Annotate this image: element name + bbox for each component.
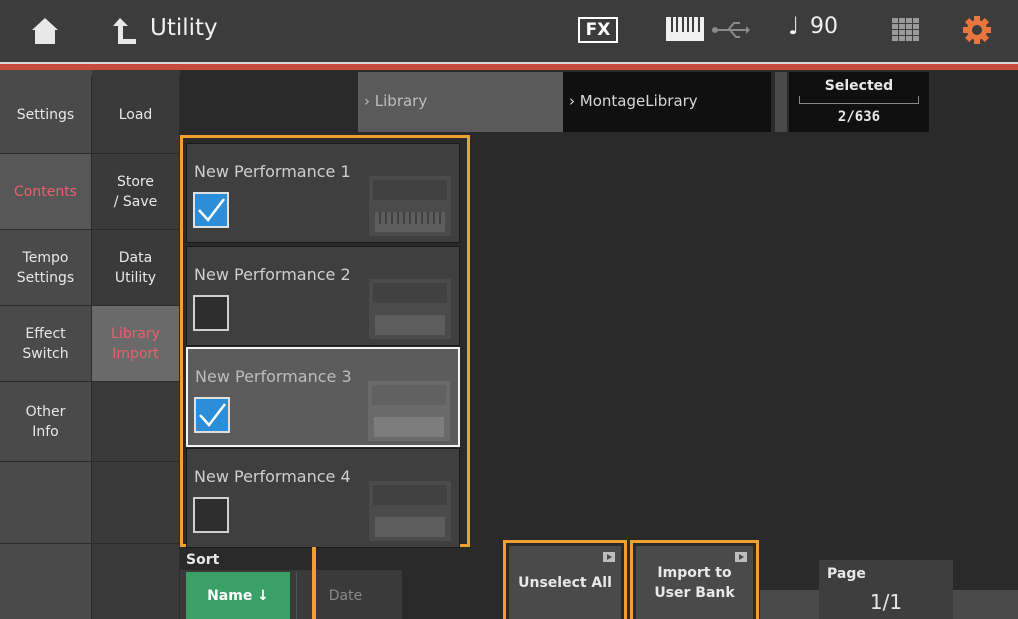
breadcrumb-library[interactable]: › Library bbox=[358, 72, 563, 132]
page-title: Utility bbox=[150, 15, 218, 41]
performance-item[interactable]: New Performance 1 bbox=[186, 143, 460, 243]
sidebar-empty-slot bbox=[92, 544, 180, 619]
play-indicator-icon bbox=[603, 552, 615, 562]
sidebar-empty-slot bbox=[0, 544, 92, 619]
performance-name: New Performance 4 bbox=[194, 467, 351, 486]
performance-name: New Performance 1 bbox=[194, 162, 351, 181]
top-bar-divider bbox=[0, 62, 1018, 70]
import-label-line1: Import to bbox=[657, 564, 732, 581]
usb-icon bbox=[712, 22, 750, 38]
sort-by-date-button[interactable]: Date bbox=[296, 572, 394, 619]
sidebar-item-settings[interactable]: Settings bbox=[0, 76, 92, 154]
top-bar: Utility FX ♩ 90 bbox=[0, 0, 1018, 62]
play-indicator-icon bbox=[735, 552, 747, 562]
sidebar-item-data-utility[interactable]: Data Utility bbox=[92, 230, 180, 306]
sidebar-item-label: Contents bbox=[14, 183, 77, 200]
sidebar-item-label: Library Import bbox=[111, 325, 160, 362]
sidebar-item-label: Load bbox=[118, 106, 153, 123]
import-to-user-bank-button[interactable]: Import to User Bank bbox=[636, 546, 753, 619]
sidebar-item-effect-switch[interactable]: Effect Switch bbox=[0, 306, 92, 382]
tempo-note-icon: ♩ bbox=[788, 12, 800, 40]
unselect-all-label: Unselect All bbox=[518, 574, 612, 591]
selected-progress-bar bbox=[799, 96, 919, 104]
divider-strip bbox=[775, 72, 787, 132]
sidebar-empty-slot bbox=[92, 462, 180, 544]
selected-counter: Selected 2/636 bbox=[789, 72, 929, 132]
checkbox-unchecked[interactable] bbox=[193, 497, 229, 533]
home-icon[interactable] bbox=[30, 16, 60, 46]
import-label-line2: User Bank bbox=[654, 584, 735, 601]
checkmark-icon bbox=[198, 198, 225, 222]
synth-thumbnail-icon bbox=[368, 381, 450, 441]
sidebar-subcategories: Load Store / Save Data Utility Library I… bbox=[92, 70, 180, 619]
sidebar-item-label: Other Info bbox=[25, 403, 66, 440]
sidebar-item-label: Data Utility bbox=[114, 249, 157, 286]
tempo-value[interactable]: 90 bbox=[810, 14, 838, 39]
sidebar-empty-slot bbox=[92, 382, 180, 462]
checkbox-unchecked[interactable] bbox=[193, 295, 229, 331]
sidebar-empty-slot bbox=[0, 462, 92, 544]
synth-thumbnail-icon bbox=[369, 176, 451, 236]
checkbox-checked[interactable] bbox=[193, 192, 229, 228]
breadcrumb-montage-library[interactable]: › MontageLibrary bbox=[563, 72, 771, 132]
keyboard-icon bbox=[666, 17, 704, 41]
selected-value: 2/636 bbox=[837, 109, 881, 125]
sort-label: Sort bbox=[186, 552, 220, 568]
sidebar-item-label: Settings bbox=[16, 106, 75, 123]
back-arrow-icon[interactable] bbox=[110, 14, 140, 48]
page-value: 1/1 bbox=[869, 590, 903, 614]
checkmark-icon bbox=[199, 403, 226, 427]
sidebar-item-contents[interactable]: Contents bbox=[0, 154, 92, 230]
sidebar-item-tempo-settings[interactable]: Tempo Settings bbox=[0, 230, 92, 306]
sidebar-item-label: Store / Save bbox=[113, 173, 158, 210]
page-label: Page bbox=[827, 566, 866, 582]
checkbox-checked[interactable] bbox=[194, 397, 230, 433]
page-indicator: Page 1/1 bbox=[819, 560, 953, 619]
sidebar-item-label: Tempo Settings bbox=[16, 249, 75, 286]
breadcrumb-montage-library-label: MontageLibrary bbox=[579, 92, 698, 110]
sort-focus-connector bbox=[312, 547, 316, 619]
fx-indicator: FX bbox=[578, 17, 618, 43]
performance-name: New Performance 3 bbox=[195, 367, 352, 386]
sidebar-item-load[interactable]: Load bbox=[92, 76, 180, 154]
performance-item[interactable]: New Performance 2 bbox=[186, 246, 460, 346]
sidebar-categories: Settings Contents Tempo Settings Effect … bbox=[0, 70, 92, 619]
quick-access-grid-icon[interactable] bbox=[892, 18, 920, 42]
unselect-all-button[interactable]: Unselect All bbox=[509, 546, 621, 619]
sidebar-item-library-import[interactable]: Library Import bbox=[92, 306, 180, 382]
synth-thumbnail-icon bbox=[369, 481, 451, 541]
sort-by-name-button[interactable]: Name ↓ bbox=[186, 572, 290, 619]
performance-item[interactable]: New Performance 4 bbox=[186, 448, 460, 548]
synth-thumbnail-icon bbox=[369, 279, 451, 339]
performance-item-selected[interactable]: New Performance 3 bbox=[186, 347, 460, 447]
settings-gear-icon[interactable] bbox=[962, 15, 992, 45]
sidebar-item-label: Effect Switch bbox=[22, 325, 69, 362]
sidebar-item-other-info[interactable]: Other Info bbox=[0, 382, 92, 462]
performance-name: New Performance 2 bbox=[194, 265, 351, 284]
breadcrumb-library-label: Library bbox=[374, 92, 428, 110]
sidebar-item-store-save[interactable]: Store / Save bbox=[92, 154, 180, 230]
selected-label: Selected bbox=[824, 78, 894, 94]
